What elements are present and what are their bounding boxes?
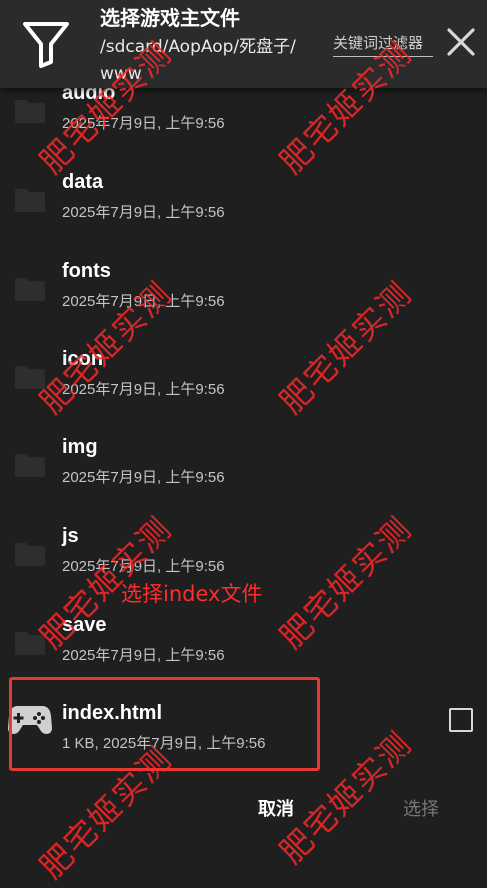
file-name: data — [62, 171, 104, 193]
file-name: icon — [62, 348, 104, 370]
annotation-text: 选择index文件 — [121, 582, 263, 606]
file-name: img — [62, 436, 98, 458]
keyword-filter-input[interactable]: 关键词过滤器 — [333, 32, 433, 57]
dialog-title: 选择游戏主文件 — [100, 6, 240, 30]
folder-icon — [15, 100, 45, 123]
file-row-fonts[interactable]: fonts 2025年7月9日, 上午9:56 — [0, 238, 487, 326]
file-meta: 2025年7月9日, 上午9:56 — [62, 469, 225, 486]
file-meta: 2025年7月9日, 上午9:56 — [62, 293, 225, 310]
folder-icon — [15, 543, 45, 566]
file-meta: 2025年7月9日, 上午9:56 — [62, 381, 225, 398]
current-path: /sdcard/AopAop/死盘子/www — [100, 37, 296, 84]
header-bar: 选择游戏主文件 /sdcard/AopAop/死盘子/www 关键词过滤器 — [0, 0, 487, 88]
select-checkbox[interactable] — [449, 708, 473, 732]
folder-icon — [15, 278, 45, 301]
cancel-button[interactable]: 取消 — [258, 795, 294, 821]
file-meta: 2025年7月9日, 上午9:56 — [62, 115, 225, 132]
folder-icon — [15, 189, 45, 212]
file-name: js — [62, 525, 79, 547]
file-meta: 2025年7月9日, 上午9:56 — [62, 558, 225, 575]
gamepad-icon — [8, 706, 52, 734]
folder-icon — [15, 366, 45, 389]
select-button[interactable]: 选择 — [403, 795, 439, 821]
file-row-data[interactable]: data 2025年7月9日, 上午9:56 — [0, 149, 487, 237]
file-meta: 1 KB, 2025年7月9日, 上午9:56 — [62, 735, 266, 752]
file-row-img[interactable]: img 2025年7月9日, 上午9:56 — [0, 414, 487, 502]
file-meta: 2025年7月9日, 上午9:56 — [62, 647, 225, 664]
close-icon[interactable] — [446, 27, 476, 57]
file-name: index.html — [62, 702, 163, 724]
folder-icon — [15, 454, 45, 477]
filter-icon[interactable] — [22, 20, 70, 68]
folder-icon — [15, 632, 45, 655]
file-row-icon[interactable]: icon 2025年7月9日, 上午9:56 — [0, 326, 487, 414]
file-name: save — [62, 614, 107, 636]
file-row-index-html[interactable]: index.html 1 KB, 2025年7月9日, 上午9:56 — [0, 680, 487, 768]
file-meta: 2025年7月9日, 上午9:56 — [62, 204, 225, 221]
file-name: fonts — [62, 260, 111, 282]
